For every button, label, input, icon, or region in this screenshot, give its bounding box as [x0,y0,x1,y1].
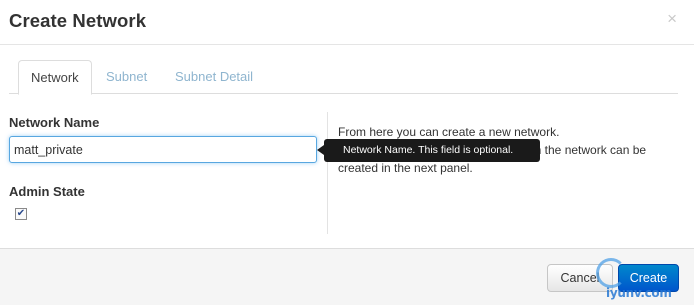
create-network-modal: Create Network × Network Subnet Subnet D… [0,0,694,305]
tab-subnet-detail[interactable]: Subnet Detail [175,60,253,94]
network-form: Network Name Admin State ✔ [9,110,326,234]
tab-network[interactable]: Network [18,60,92,95]
network-name-label: Network Name [9,115,100,130]
modal-title: Create Network [9,10,147,31]
watermark-ring-icon [596,258,626,288]
column-divider [327,112,328,234]
field-tooltip: Network Name. This field is optional. [324,139,540,162]
network-name-input[interactable] [9,136,317,163]
watermark-logo: iyunv.com [594,258,688,304]
tooltip-arrow [317,145,324,155]
tab-bar: Network Subnet Subnet Detail [9,60,678,95]
admin-state-checkbox[interactable]: ✔ [15,208,27,220]
admin-state-label: Admin State [9,184,85,199]
tab-subnet[interactable]: Subnet [106,60,147,94]
close-icon[interactable]: × [667,10,677,28]
watermark-text: iyunv.com [606,286,672,300]
modal-header: Create Network × [0,0,694,45]
